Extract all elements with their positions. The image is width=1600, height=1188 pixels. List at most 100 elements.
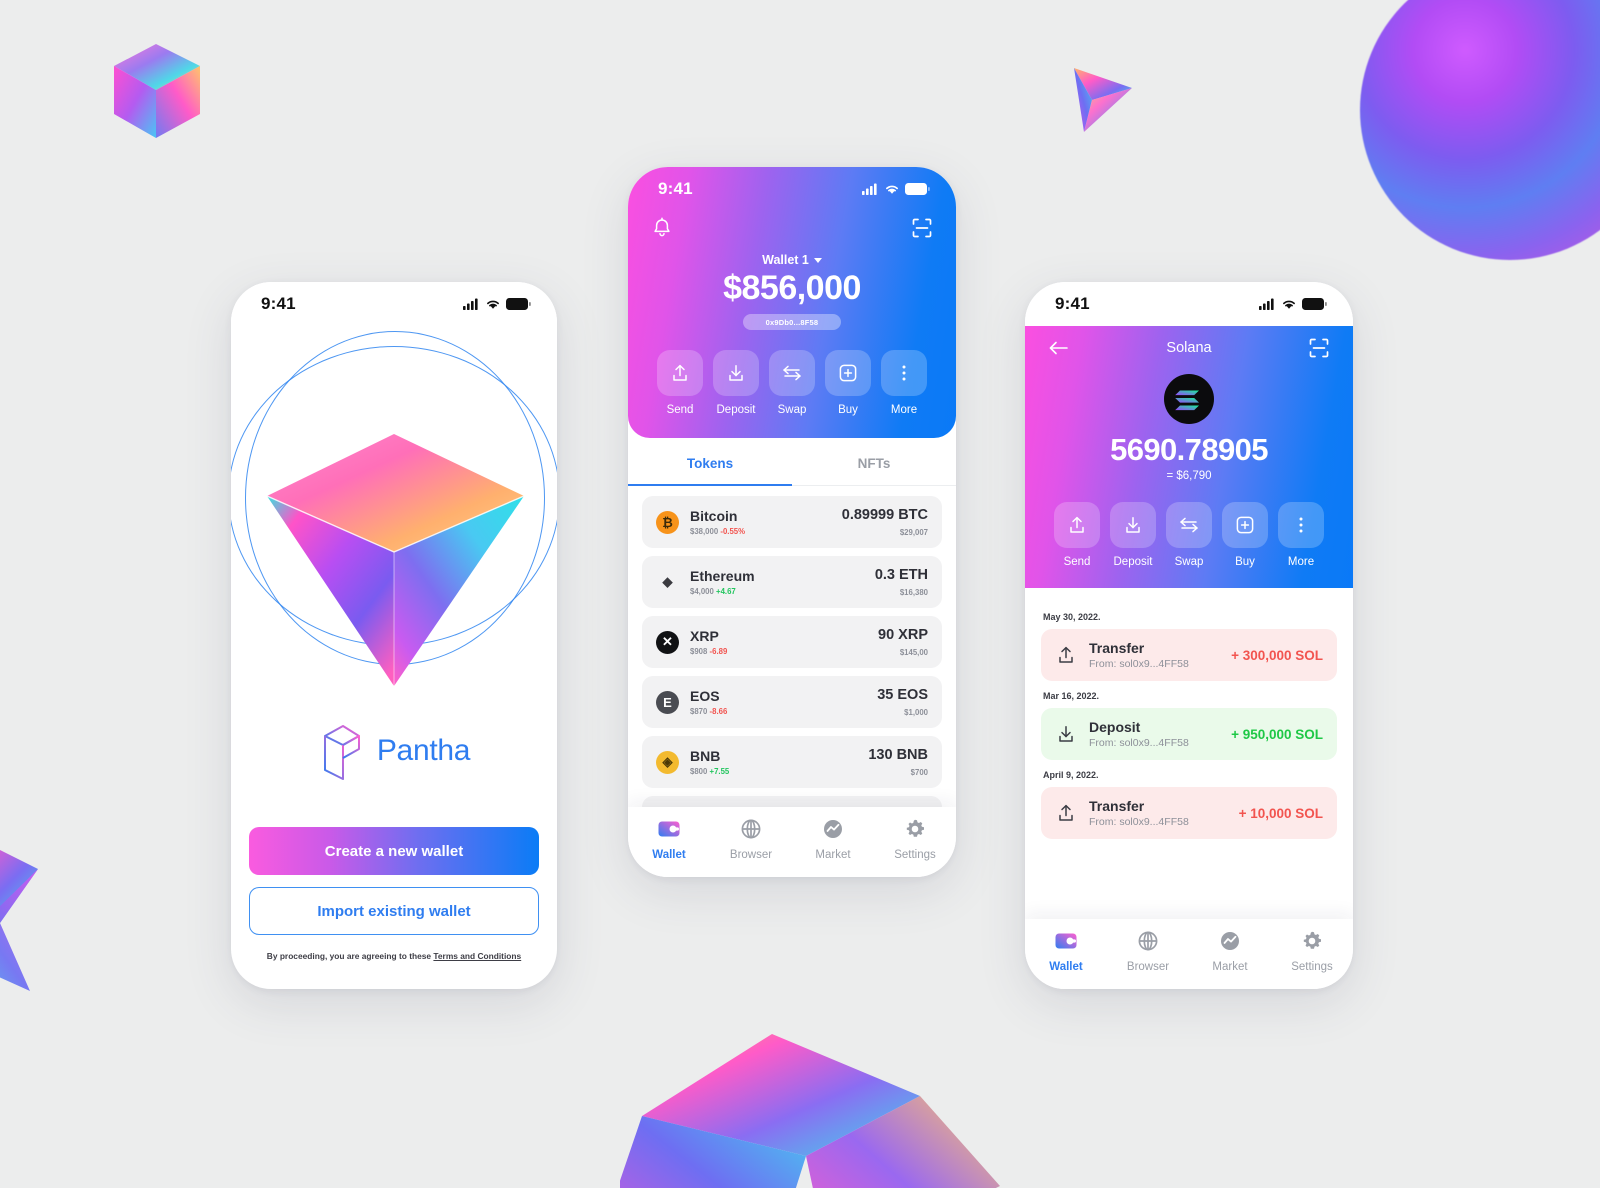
decor-shard-left-icon <box>0 850 38 991</box>
wallet-hero-toolbar <box>628 211 956 239</box>
transaction-date: April 9, 2022. <box>1043 770 1099 780</box>
token-row[interactable]: ₿ Bitcoin $38,000 -0.55% 0.89999 BTC $29… <box>642 496 942 548</box>
transaction-title: Transfer <box>1089 798 1145 814</box>
wifi-icon <box>487 300 499 309</box>
wallet-tabs: Tokens NFTs <box>628 438 956 486</box>
solana-hero-toolbar: Solana <box>1025 326 1353 358</box>
bottom-navigation: Wallet Browser Market Settings <box>1025 919 1353 989</box>
action-label: Swap <box>1174 556 1204 568</box>
plus-square-icon <box>1222 502 1268 548</box>
transaction-title: Deposit <box>1089 719 1141 735</box>
action-buy[interactable]: Buy <box>825 350 871 416</box>
transaction-row[interactable]: Deposit From: sol0x9...4FF58 + 950,000 S… <box>1041 708 1337 760</box>
token-row[interactable]: ◆ Ethereum $4,000 +4.67 0.3 ETH $16,380 <box>642 556 942 608</box>
nav-label: Settings <box>894 848 936 861</box>
dots-vertical-icon <box>881 350 927 396</box>
token-change: +7.55 <box>709 767 730 776</box>
scan-icon[interactable] <box>912 218 932 238</box>
transaction-row[interactable]: Transfer From: sol0x9...4FF58 + 10,000 S… <box>1041 787 1337 839</box>
tab-tokens[interactable]: Tokens <box>628 438 792 486</box>
action-send[interactable]: Send <box>1054 502 1100 568</box>
action-more[interactable]: More <box>1278 502 1324 568</box>
status-time: 9:41 <box>658 179 693 198</box>
token-row[interactable]: ✕ XRP $908 -6.89 90 XRP $145,00 <box>642 616 942 668</box>
nav-label: Wallet <box>1049 960 1083 973</box>
nav-label: Settings <box>1291 960 1333 973</box>
status-bar: 9:41 <box>628 167 956 211</box>
pyramid-3d-icon <box>266 434 525 686</box>
action-label: More <box>890 404 918 416</box>
bell-icon[interactable] <box>652 217 672 239</box>
token-change: -6.89 <box>709 647 728 656</box>
nav-item-browser[interactable]: Browser <box>1107 930 1189 973</box>
token-price-change: $38,000 -0.55% <box>690 527 746 536</box>
action-swap[interactable]: Swap <box>769 350 815 416</box>
nav-label: Market <box>815 848 851 861</box>
action-deposit[interactable]: Deposit <box>1110 502 1156 568</box>
wallet-icon <box>657 821 681 843</box>
token-change: +4.67 <box>716 587 736 596</box>
cellular-icon <box>862 183 877 195</box>
token-name: Ethereum <box>690 568 755 584</box>
globe-icon <box>1137 931 1159 955</box>
transaction-amount: + 300,000 SOL <box>1231 647 1323 663</box>
transaction-amount: + 10,000 SOL <box>1238 805 1323 821</box>
token-change: -8.66 <box>709 707 728 716</box>
nav-item-settings[interactable]: Settings <box>1271 930 1353 973</box>
token-list[interactable]: ₿ Bitcoin $38,000 -0.55% 0.89999 BTC $29… <box>628 486 956 848</box>
token-info: BNB $800 +7.55 <box>690 748 868 776</box>
action-more[interactable]: More <box>881 350 927 416</box>
status-bar: 9:41 <box>231 282 557 326</box>
status-time: 9:41 <box>261 294 296 313</box>
transaction-row[interactable]: Transfer From: sol0x9...4FF58 + 300,000 … <box>1041 629 1337 681</box>
nav-item-browser[interactable]: Browser <box>710 818 792 861</box>
token-info: Bitcoin $38,000 -0.55% <box>690 508 842 536</box>
scan-icon[interactable] <box>1309 338 1329 358</box>
brand-logo: Pantha <box>231 722 557 780</box>
transaction-from: From: sol0x9...4FF58 <box>1089 816 1189 828</box>
token-row[interactable]: E EOS $870 -8.66 35 EOS $1,000 <box>642 676 942 728</box>
transaction-info: Deposit From: sol0x9...4FF58 <box>1089 719 1231 749</box>
token-logo-icon: ◈ <box>656 750 679 774</box>
status-icons <box>862 183 930 195</box>
wallet-selector-label: Wallet 1 <box>762 253 809 267</box>
cellular-icon <box>1259 298 1274 310</box>
token-fiat-value: $145,00 <box>899 648 928 657</box>
pantha-mark-icon <box>323 725 360 780</box>
action-deposit[interactable]: Deposit <box>713 350 759 416</box>
terms-and-conditions-link[interactable]: Terms and Conditions <box>433 951 521 961</box>
token-name: XRP <box>690 628 719 644</box>
nav-item-market[interactable]: Market <box>792 818 874 861</box>
phone-onboarding-screen: 9:41 Pantha Create a new wallet Import e… <box>231 282 557 989</box>
wifi-icon <box>1283 300 1295 309</box>
battery-icon <box>1302 298 1327 310</box>
create-new-wallet-button[interactable]: Create a new wallet <box>249 827 539 875</box>
tab-nfts[interactable]: NFTs <box>792 438 956 485</box>
status-time: 9:41 <box>1055 294 1090 313</box>
wallet-address-pill[interactable]: 0x9Db0...8F58 <box>743 314 841 330</box>
wallet-hero: 9:41 Wallet 1 $856,000 0x9Db0...8F58 Sen… <box>628 167 956 438</box>
arrow-left-icon[interactable] <box>1049 340 1069 356</box>
action-label: Send <box>666 404 694 416</box>
nav-item-market[interactable]: Market <box>1189 930 1271 973</box>
token-holdings: 0.3 ETH $16,380 <box>875 567 928 597</box>
transaction-list[interactable]: May 30, 2022. Transfer From: sol0x9...4F… <box>1025 588 1353 839</box>
action-buy[interactable]: Buy <box>1222 502 1268 568</box>
nav-item-wallet[interactable]: Wallet <box>1025 930 1107 973</box>
action-swap[interactable]: Swap <box>1166 502 1212 568</box>
chevron-down-icon <box>813 257 822 263</box>
action-send[interactable]: Send <box>657 350 703 416</box>
upload-icon <box>657 350 703 396</box>
cellular-icon <box>463 298 478 310</box>
nav-item-wallet[interactable]: Wallet <box>628 818 710 861</box>
action-label: Buy <box>838 404 858 416</box>
onboarding-cta-area: Create a new wallet Import existing wall… <box>231 827 557 961</box>
wallet-selector[interactable]: Wallet 1 <box>628 253 956 267</box>
page-title: Solana <box>1166 340 1212 356</box>
import-existing-wallet-button[interactable]: Import existing wallet <box>249 887 539 935</box>
transaction-date: May 30, 2022. <box>1043 612 1101 622</box>
solana-amount: 5690.78905 <box>1110 432 1268 467</box>
token-row[interactable]: ◈ BNB $800 +7.55 130 BNB $700 <box>642 736 942 788</box>
nav-item-settings[interactable]: Settings <box>874 818 956 861</box>
token-info: Ethereum $4,000 +4.67 <box>690 568 875 596</box>
